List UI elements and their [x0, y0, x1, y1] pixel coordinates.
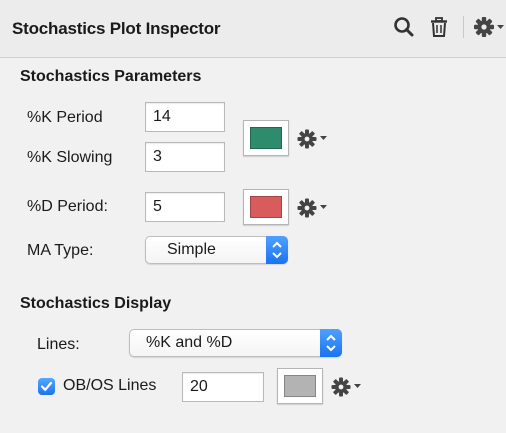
ma-type-stepper-icon [266, 236, 288, 264]
lines-stepper-icon [320, 329, 342, 357]
toolbar-separator [463, 16, 464, 38]
k-color-well[interactable] [243, 120, 289, 156]
checkmark-icon [40, 381, 53, 391]
obos-color-well[interactable] [277, 368, 323, 404]
ma-type-label: MA Type: [27, 242, 94, 259]
inspector-header: Stochastics Plot Inspector [0, 0, 506, 58]
search-icon[interactable] [392, 14, 416, 40]
ma-type-value: Simple [167, 241, 216, 258]
d-color-well[interactable] [243, 189, 289, 225]
k-slowing-label: %K Slowing [27, 149, 113, 166]
d-period-field[interactable]: 5 [145, 192, 225, 222]
k-period-field[interactable]: 14 [145, 102, 225, 132]
k-gear-dropdown-icon[interactable] [296, 127, 330, 151]
obos-value-field[interactable]: 20 [182, 372, 264, 402]
obos-color-swatch [284, 375, 316, 397]
inspector-title: Stochastics Plot Inspector [12, 19, 221, 38]
k-slowing-field[interactable]: 3 [145, 142, 225, 172]
display-section-title: Stochastics Display [20, 295, 172, 312]
trash-icon[interactable] [429, 14, 449, 40]
k-color-swatch [250, 127, 282, 149]
lines-value: %K and %D [146, 334, 233, 351]
lines-label: Lines: [37, 336, 80, 353]
obos-label: OB/OS Lines [63, 377, 157, 394]
lines-select[interactable]: %K and %D [129, 329, 342, 357]
parameters-section-title: Stochastics Parameters [20, 68, 202, 85]
d-period-label: %D Period: [27, 198, 108, 215]
d-color-swatch [250, 196, 282, 218]
ma-type-select[interactable]: Simple [145, 236, 288, 264]
inspector-panel: Stochastics Parameters %K Period 14 %K S… [0, 58, 506, 433]
obos-gear-dropdown-icon[interactable] [330, 375, 364, 399]
k-period-label: %K Period [27, 109, 103, 126]
d-gear-dropdown-icon[interactable] [296, 196, 330, 220]
gear-dropdown-icon[interactable] [473, 14, 505, 40]
obos-checkbox[interactable] [38, 378, 55, 395]
